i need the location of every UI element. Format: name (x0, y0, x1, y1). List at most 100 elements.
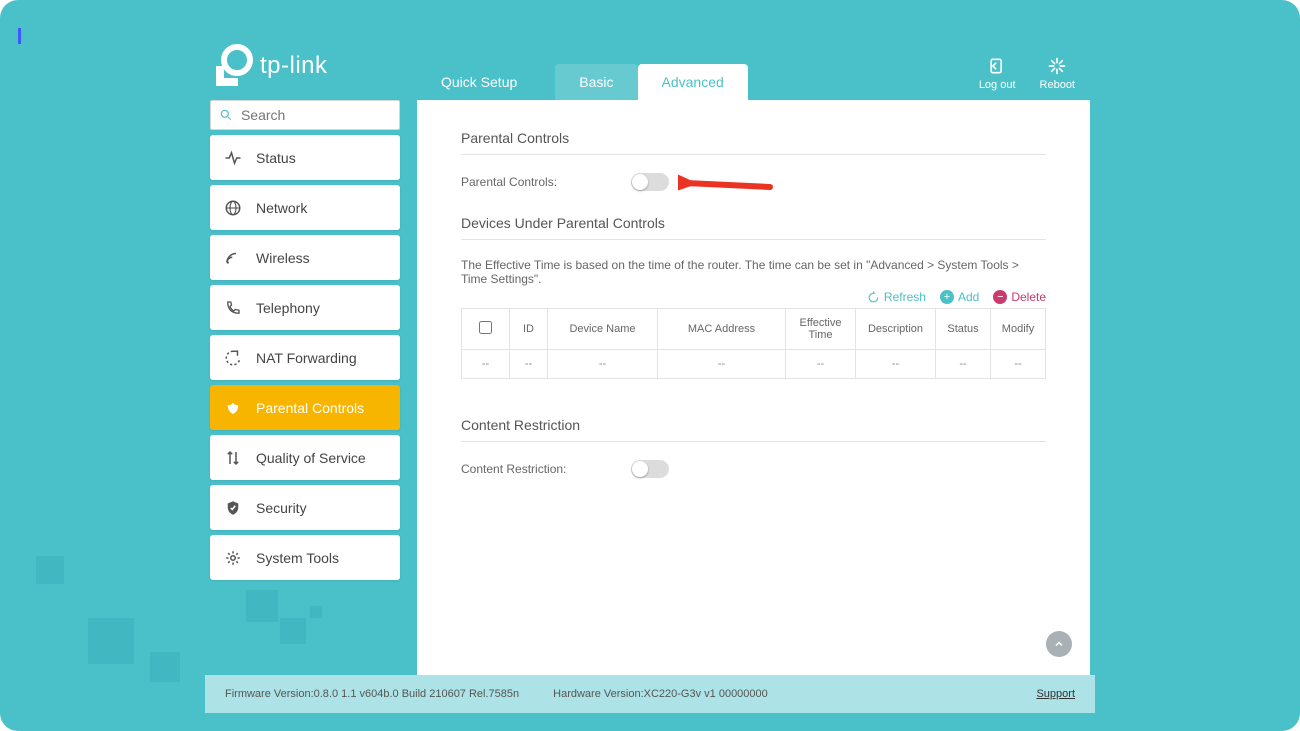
section-content-restriction-title: Content Restriction (461, 417, 1046, 442)
sidebar-item-telephony[interactable]: Telephony (210, 285, 400, 330)
tab-quick-setup[interactable]: Quick Setup (417, 64, 541, 100)
toggle-knob (632, 174, 648, 190)
parental-controls-label: Parental Controls: (461, 175, 631, 189)
content-restriction-section: Content Restriction Content Restriction: (461, 417, 1046, 478)
content-restriction-toggle[interactable] (631, 460, 669, 478)
decor (36, 556, 64, 584)
th-mac: MAC Address (658, 309, 786, 350)
search-box[interactable] (210, 100, 400, 130)
select-all-header (462, 309, 510, 350)
sidebar-item-label: Network (256, 200, 307, 216)
sidebar-item-label: Status (256, 150, 296, 166)
th-status: Status (936, 309, 991, 350)
sidebar-item-network[interactable]: Network (210, 185, 400, 230)
chevron-up-icon (1053, 638, 1065, 650)
sidebar: Status Network Wireless Telephony NAT Fo… (210, 100, 400, 580)
add-icon: + (940, 290, 954, 304)
sidebar-item-wireless[interactable]: Wireless (210, 235, 400, 280)
cell: -- (658, 350, 786, 379)
decor (88, 618, 134, 664)
refresh-icon (867, 291, 880, 304)
add-button[interactable]: + Add (940, 290, 979, 304)
main-panel: Parental Controls Parental Controls: Dev… (417, 100, 1090, 675)
firmware-version: Firmware Version:0.8.0 1.1 v604b.0 Build… (225, 688, 519, 700)
nat-icon (224, 349, 242, 367)
devices-helper-text: The Effective Time is based on the time … (461, 258, 1046, 286)
select-all-checkbox[interactable] (479, 321, 492, 334)
decor (150, 652, 180, 682)
table-actions: Refresh + Add − Delete (461, 290, 1046, 304)
sidebar-item-label: Quality of Service (256, 450, 366, 466)
th-id: ID (510, 309, 548, 350)
th-effective-time: Effective Time (786, 309, 856, 350)
top-tabs: Quick Setup Basic Advanced (417, 64, 748, 100)
sidebar-item-label: NAT Forwarding (256, 350, 357, 366)
app-frame: tp-link Quick Setup Basic Advanced Log o… (0, 0, 1300, 731)
search-input[interactable] (241, 107, 391, 123)
delete-icon: − (993, 290, 1007, 304)
parental-icon (224, 399, 242, 417)
top-actions: Log out Reboot (979, 56, 1075, 91)
cell: -- (510, 350, 548, 379)
decor (280, 618, 306, 644)
tools-icon (224, 549, 242, 567)
cell: -- (856, 350, 936, 379)
footer-left: Firmware Version:0.8.0 1.1 v604b.0 Build… (225, 688, 768, 700)
section-devices-title: Devices Under Parental Controls (461, 215, 1046, 240)
cell: -- (936, 350, 991, 379)
table-row: -- -- -- -- -- -- -- -- (462, 350, 1046, 379)
add-label: Add (958, 290, 979, 304)
logout-icon (987, 56, 1007, 76)
section-parental-controls-title: Parental Controls (461, 130, 1046, 155)
toggle-knob (632, 461, 648, 477)
hardware-version: Hardware Version:XC220-G3v v1 00000000 (553, 688, 768, 700)
decor (246, 590, 278, 622)
qos-icon (224, 449, 242, 467)
security-icon (224, 499, 242, 517)
status-icon (224, 149, 242, 167)
th-description: Description (856, 309, 936, 350)
sidebar-item-status[interactable]: Status (210, 135, 400, 180)
wireless-icon (224, 249, 242, 267)
sidebar-item-parental-controls[interactable]: Parental Controls (210, 385, 400, 430)
decor (310, 606, 322, 618)
sidebar-item-system-tools[interactable]: System Tools (210, 535, 400, 580)
sidebar-item-label: Wireless (256, 250, 310, 266)
footer: Firmware Version:0.8.0 1.1 v604b.0 Build… (205, 675, 1095, 713)
scroll-to-top-button[interactable] (1046, 631, 1072, 657)
devices-table: ID Device Name MAC Address Effective Tim… (461, 308, 1046, 379)
sidebar-item-label: Security (256, 500, 307, 516)
content-restriction-row: Content Restriction: (461, 460, 1046, 478)
th-modify: Modify (991, 309, 1046, 350)
sidebar-item-security[interactable]: Security (210, 485, 400, 530)
telephony-icon (224, 299, 242, 317)
sidebar-item-label: System Tools (256, 550, 339, 566)
reboot-label: Reboot (1040, 79, 1075, 91)
sidebar-item-nat-forwarding[interactable]: NAT Forwarding (210, 335, 400, 380)
delete-button[interactable]: − Delete (993, 290, 1046, 304)
delete-label: Delete (1011, 290, 1046, 304)
cell: -- (548, 350, 658, 379)
sidebar-item-qos[interactable]: Quality of Service (210, 435, 400, 480)
table-header-row: ID Device Name MAC Address Effective Tim… (462, 309, 1046, 350)
reboot-icon (1047, 56, 1067, 76)
cell: -- (786, 350, 856, 379)
cell: -- (991, 350, 1046, 379)
refresh-button[interactable]: Refresh (867, 290, 926, 304)
support-link[interactable]: Support (1036, 688, 1075, 700)
network-icon (224, 199, 242, 217)
content-restriction-label: Content Restriction: (461, 462, 631, 476)
brand-name: tp-link (260, 52, 328, 80)
logout-button[interactable]: Log out (979, 56, 1016, 91)
parental-controls-toggle[interactable] (631, 173, 669, 191)
sidebar-item-label: Parental Controls (256, 400, 364, 416)
sidebar-item-label: Telephony (256, 300, 320, 316)
th-device-name: Device Name (548, 309, 658, 350)
brand-logo: tp-link (210, 44, 328, 88)
refresh-label: Refresh (884, 290, 926, 304)
reboot-button[interactable]: Reboot (1040, 56, 1075, 91)
tp-link-logo-icon (210, 44, 254, 88)
tab-advanced[interactable]: Advanced (638, 64, 748, 100)
selection-indicator (18, 28, 21, 44)
tab-basic[interactable]: Basic (555, 64, 637, 100)
